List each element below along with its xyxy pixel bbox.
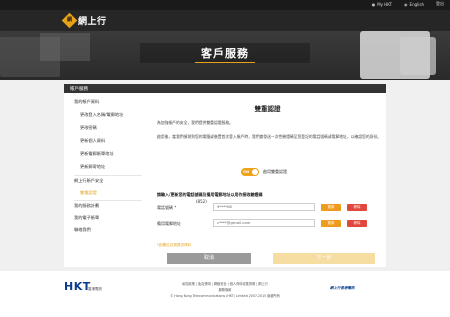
sidebar-item-contact-us[interactable]: 聯絡我們 bbox=[74, 227, 154, 233]
toggle-on-text: ON bbox=[243, 170, 249, 174]
sidebar-item-label: 網上行賬戶安全 bbox=[74, 178, 104, 183]
two-factor-panel: 雙重認證 為加強帳戶的安全，我們提供雙重認證服務。 啟用後，當我們偵測到您的電腦… bbox=[149, 93, 386, 267]
phone-update-button[interactable]: 更新 bbox=[321, 204, 341, 211]
sidebar-item-two-factor[interactable]: 雙重認證 bbox=[80, 190, 144, 196]
sidebar-divider bbox=[74, 200, 142, 201]
my-hkt-link[interactable]: ● My HKT bbox=[372, 2, 392, 7]
sidebar-item-personal-info[interactable]: 更新個人資料 bbox=[80, 138, 144, 144]
sidebar-item-label: 我的電子賬單 bbox=[74, 215, 100, 220]
footer-brand-text: 網上行香港電訊 bbox=[330, 286, 355, 290]
sidebar-item-change-login[interactable]: 更改登入名稱/電郵地址 bbox=[80, 112, 144, 118]
top-links: ● My HKT ◉ English 登出 bbox=[372, 1, 444, 7]
hero-banner: 客戶服務 bbox=[0, 31, 450, 80]
footer: HKT 香港電訊 私隱政策 | 免責聲明 | 網絡安全 | 個人資料收集聲明 |… bbox=[0, 271, 450, 317]
sidebar-item-label: 更改登入名稱/電郵地址 bbox=[80, 112, 124, 117]
globe-icon: ◉ bbox=[404, 1, 408, 7]
sidebar-item-label: 更改密碼 bbox=[80, 125, 97, 130]
logout-label: 登出 bbox=[436, 1, 444, 6]
intro-text: 為加強帳戶的安全，我們提供雙重認證服務。 bbox=[157, 120, 233, 125]
two-factor-toggle-row: ON 啟用雙重認證 bbox=[241, 168, 287, 176]
phone-field[interactable]: 9****08 bbox=[213, 203, 315, 211]
sidebar-item-label: 更新電郵賬單地址 bbox=[80, 151, 114, 156]
email-field[interactable]: c****@gmail.com bbox=[213, 219, 315, 227]
logo-mark-text: 網 bbox=[66, 17, 72, 23]
brand-bar: 網 網上行 bbox=[0, 10, 450, 31]
footer-links: 私隱政策 | 免責聲明 | 網絡安全 | 個人資料收集聲明 | 網上行 服務條款… bbox=[150, 281, 300, 299]
sidebar-item-label: 我的帳戶資料 bbox=[74, 99, 100, 104]
logo-mark-icon: 網 bbox=[61, 12, 78, 29]
card-header: 帳戶服務 bbox=[64, 84, 386, 93]
logo-text: 網上行 bbox=[78, 17, 107, 27]
sidebar-item-mailing-address[interactable]: 更新郵寄地址 bbox=[80, 164, 144, 170]
sidebar-item-label: 更新郵寄地址 bbox=[80, 164, 106, 169]
netvigator-logo[interactable]: 網 網上行 bbox=[61, 12, 107, 29]
hero-bg-shape bbox=[40, 33, 90, 61]
sidebar-item-my-account[interactable]: 我的帳戶資料 bbox=[74, 99, 154, 105]
account-card: 帳戶服務 我的帳戶資料 更改登入名稱/電郵地址 更改密碼 更新個人資料 更新電郵… bbox=[64, 84, 386, 267]
my-hkt-label: My HKT bbox=[377, 1, 393, 7]
toggle-label: 啟用雙重認證 bbox=[263, 169, 287, 174]
logout-link[interactable]: 登出 bbox=[436, 1, 444, 7]
sidebar-item-service-plan[interactable]: 我的服務計劃 bbox=[74, 203, 154, 209]
email-label: 備用電郵地址 bbox=[157, 221, 181, 226]
sidebar-item-label: 更新個人資料 bbox=[80, 138, 106, 143]
top-utility-bar: ● My HKT ◉ English 登出 bbox=[0, 0, 450, 10]
two-factor-toggle[interactable]: ON bbox=[241, 168, 259, 176]
sidebar-item-label: 我的服務計劃 bbox=[74, 203, 100, 208]
copyright-text: © Hong Kong Telecommunications (HKT) Lim… bbox=[170, 294, 280, 298]
title-underline bbox=[195, 62, 255, 63]
language-link[interactable]: ◉ English bbox=[404, 2, 424, 7]
sidebar-item-label: 雙重認證 bbox=[80, 190, 97, 195]
sidebar-item-ebill-address[interactable]: 更新電郵賬單地址 bbox=[80, 151, 144, 157]
hero-device-image bbox=[400, 37, 436, 75]
user-icon: ● bbox=[371, 1, 376, 7]
card-header-label: 帳戶服務 bbox=[70, 87, 88, 92]
phone-label: 電話號碼 * bbox=[157, 205, 177, 210]
page-title: 客戶服務 bbox=[201, 47, 249, 60]
phone-prefix: (852) bbox=[196, 199, 207, 204]
next-button[interactable]: 下一步 bbox=[273, 253, 375, 264]
sidebar-item-change-password[interactable]: 更改密碼 bbox=[80, 125, 144, 131]
cancel-button[interactable]: 取消 bbox=[167, 253, 251, 264]
contact-section-title: 請輸入/更新您的電話號碼及備用電郵地址以用作接收驗證碼 bbox=[157, 192, 263, 197]
hkt-logo[interactable]: HKT bbox=[64, 280, 91, 293]
required-note: *此欄位必須提供資料 bbox=[157, 243, 192, 247]
phone-remove-button[interactable]: 移除 bbox=[347, 204, 367, 211]
hkt-subtitle: 香港電訊 bbox=[88, 287, 102, 291]
sidebar-nav: 我的帳戶資料 更改登入名稱/電郵地址 更改密碼 更新個人資料 更新電郵賬單地址 … bbox=[64, 93, 144, 267]
sidebar-item-account-security[interactable]: 網上行賬戶安全 bbox=[74, 178, 154, 184]
email-update-button[interactable]: 更新 bbox=[321, 220, 341, 227]
email-remove-button[interactable]: 移除 bbox=[347, 220, 367, 227]
sidebar-item-ebill[interactable]: 我的電子賬單 bbox=[74, 215, 154, 221]
section-heading: 雙重認證 bbox=[254, 105, 281, 113]
sidebar-item-label: 聯絡我們 bbox=[74, 227, 91, 232]
description-text: 啟用後，當我們偵測到您的電腦或裝置首次登入帳戶時，我們會發送一次性驗證碼至您登記… bbox=[157, 134, 382, 139]
toggle-knob bbox=[252, 169, 258, 175]
sidebar-divider bbox=[74, 175, 142, 176]
language-label: English bbox=[409, 1, 424, 7]
